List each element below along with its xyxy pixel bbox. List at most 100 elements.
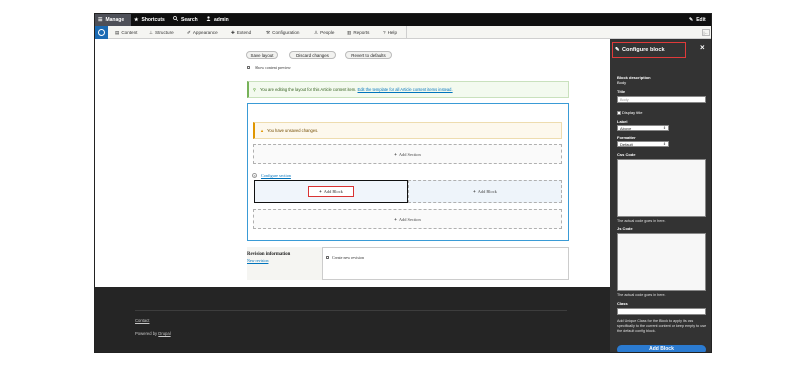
js-code-textarea[interactable] <box>617 233 706 291</box>
pencil-icon: ✎ <box>689 17 694 23</box>
formatter-select-value: Default <box>620 142 633 147</box>
help-icon: ? <box>383 30 386 35</box>
menu-label: People <box>320 30 335 35</box>
status-text: You are editing the layout for this Arti… <box>260 87 357 92</box>
class-label: Class <box>617 301 628 306</box>
create-revision-label: Create new revision <box>332 255 364 260</box>
hamburger-icon: ☰ <box>98 17 103 23</box>
js-code-help: The actual code goes in here. <box>617 293 666 297</box>
js-code-label: Js Code <box>617 226 633 231</box>
admin-menu-bar: ▤ Content ⊥ Structure ✐ Appearance ✚ Ext… <box>95 26 711 39</box>
menu-item-structure[interactable]: ⊥ Structure <box>149 26 174 39</box>
warning-text: You have unsaved changes. <box>267 128 319 133</box>
menu-label: Structure <box>155 30 174 35</box>
label-select-value: Above <box>620 126 632 131</box>
orientation-toggle-icon[interactable]: |← <box>702 29 710 36</box>
add-section-label: Add Section <box>398 216 421 222</box>
search-icon <box>173 14 178 26</box>
menu-divider <box>406 26 407 39</box>
pencil-icon: ✎ <box>615 47 620 53</box>
menu-item-content[interactable]: ▤ Content <box>115 26 137 39</box>
search-tab[interactable]: Search <box>173 14 198 26</box>
edit-label: Edit <box>696 17 706 23</box>
warning-icon: ▲ <box>260 128 265 133</box>
edit-template-link[interactable]: Edit the template for all Article conten… <box>357 87 452 92</box>
label-select[interactable]: Above ⇕ <box>617 125 669 131</box>
menu-item-people[interactable]: ♙ People <box>314 26 334 39</box>
contact-link[interactable]: Contact <box>135 318 149 323</box>
brush-icon: ✐ <box>187 29 191 35</box>
plus-icon: + <box>319 189 322 194</box>
menu-item-reports[interactable]: ▥ Reports <box>347 26 369 39</box>
css-code-textarea[interactable] <box>617 159 706 217</box>
revision-summary: New revision <box>247 258 269 263</box>
browser-frame: ☰ Manage ★ Shortcuts Search admin ✎ Edit <box>94 13 712 353</box>
plus-icon: + <box>394 216 397 222</box>
configure-section-link[interactable]: Configure section <box>261 173 291 178</box>
add-section-label: Add Section <box>398 151 421 157</box>
show-preview-label: Show content preview <box>255 65 291 70</box>
chevron-down-icon: ⇕ <box>662 126 666 130</box>
shortcuts-tab[interactable]: ★ Shortcuts <box>134 14 165 26</box>
puzzle-icon: ✚ <box>231 29 235 35</box>
css-code-label: Css Code <box>617 152 636 157</box>
add-block-label: Add Block <box>323 189 343 194</box>
menu-item-help[interactable]: ? Help <box>383 26 397 39</box>
display-title-checkbox[interactable] <box>617 111 621 115</box>
edit-tab[interactable]: ✎ Edit <box>689 14 706 26</box>
menu-item-extend[interactable]: ✚ Extend <box>231 26 251 39</box>
menu-item-appearance[interactable]: ✐ Appearance <box>187 26 218 39</box>
close-icon[interactable]: × <box>700 43 705 52</box>
title-input[interactable]: Body <box>617 96 706 103</box>
menu-item-configuration[interactable]: ⚒ Configuration <box>266 26 299 39</box>
class-help: Add Unique Class for the Block to apply … <box>617 319 707 333</box>
display-title-label: Display title <box>622 110 643 115</box>
formatter-label: Formatter <box>617 135 636 140</box>
wrench-icon: ⚒ <box>266 29 271 35</box>
menu-label: Help <box>387 30 398 35</box>
show-preview-checkbox[interactable] <box>247 66 251 70</box>
add-block-label: Add Block <box>477 189 497 194</box>
add-block-link-left[interactable]: + Add Block <box>308 186 354 197</box>
add-section-bottom[interactable]: + Add Section <box>253 209 562 229</box>
revert-defaults-button[interactable]: Revert to defaults <box>345 51 392 59</box>
menu-label: Appearance <box>192 30 218 35</box>
css-code-help: The actual code goes in here. <box>617 219 666 223</box>
block-description-value: Body <box>617 80 627 85</box>
powered-by-text: Powered by <box>135 331 158 336</box>
tray-title: Configure block <box>622 47 665 53</box>
star-icon: ★ <box>134 17 139 23</box>
people-icon: ♙ <box>314 29 319 35</box>
add-block-link-right[interactable]: + Add Block <box>408 180 562 203</box>
status-message: ⚲ You are editing the layout for this Ar… <box>247 81 569 98</box>
plus-icon: + <box>394 151 397 157</box>
footer-divider <box>135 310 567 311</box>
revision-heading: Revision information <box>247 252 291 257</box>
user-icon <box>206 14 211 26</box>
menu-label: Extend <box>236 30 252 35</box>
revision-vertical-tab[interactable]: Revision information New revision <box>247 247 323 280</box>
manage-label: Manage <box>105 17 125 23</box>
formatter-select[interactable]: Default ⇕ <box>617 141 669 147</box>
plus-icon: + <box>473 189 476 194</box>
label-label: Label <box>617 119 628 124</box>
user-tab[interactable]: admin <box>206 14 229 26</box>
menu-label: Reports <box>353 30 370 35</box>
title-label: Title <box>617 89 626 94</box>
manage-tab[interactable]: ☰ Manage <box>95 14 131 26</box>
admin-toolbar: ☰ Manage ★ Shortcuts Search admin ✎ Edit <box>95 14 711 26</box>
warning-message: ▲ You have unsaved changes. <box>253 122 562 139</box>
drupal-home-icon[interactable] <box>95 26 108 39</box>
info-icon: ⚲ <box>253 87 256 92</box>
chevron-down-icon: ⇕ <box>662 142 666 146</box>
document-icon: ▤ <box>115 29 120 35</box>
remove-section-icon[interactable]: × <box>252 173 257 178</box>
site-footer: Contact Powered by Drupal <box>95 287 610 352</box>
powered-by: Powered by Drupal <box>135 331 171 336</box>
add-block-button[interactable]: Add Block <box>617 345 706 352</box>
drupal-link[interactable]: Drupal <box>158 331 170 336</box>
save-layout-button[interactable]: Save layout <box>246 51 278 59</box>
class-input[interactable] <box>617 308 706 315</box>
add-section-top[interactable]: + Add Section <box>253 144 562 164</box>
discard-changes-button[interactable]: Discard changes <box>289 51 336 59</box>
